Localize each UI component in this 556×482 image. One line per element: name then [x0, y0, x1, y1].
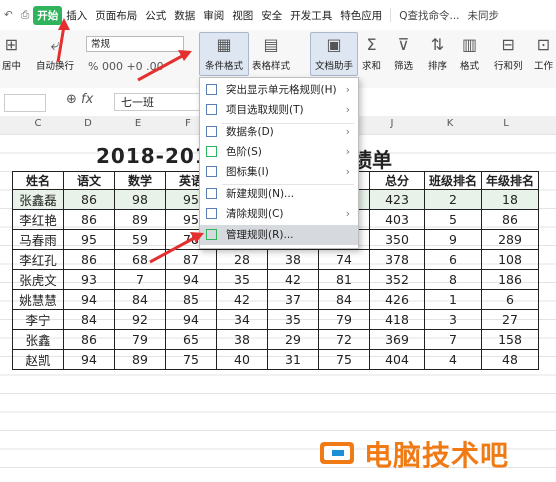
watermark-logo-icon [320, 442, 354, 464]
annotation-arrows [56, 18, 204, 264]
arrow-to-conditional-format [137, 50, 192, 82]
watermark-text: 电脑技术吧 [364, 439, 510, 472]
arrow-to-home-tab [56, 18, 70, 63]
arrow-to-manage-rules [149, 232, 204, 264]
